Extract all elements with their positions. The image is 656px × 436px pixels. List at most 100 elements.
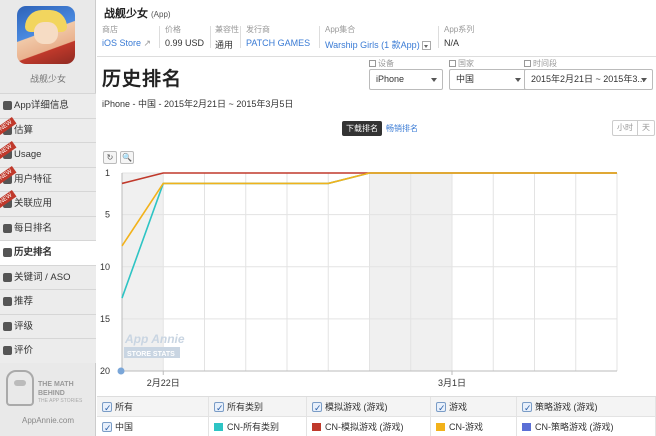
- sidebar-item-1[interactable]: 估算 NEW: [0, 116, 96, 142]
- watermark-subtext: STORE STATS: [127, 351, 175, 358]
- chevron-down-icon[interactable]: [421, 41, 431, 51]
- legend-country-row: 中国 CN-所有类别 CN-模拟游戏 (游戏) CN-游戏 CN-策略游戏 (游戏): [97, 417, 656, 436]
- legend-swatch: [312, 423, 321, 431]
- legend-series-0[interactable]: 中国: [97, 417, 209, 436]
- legend-series-label: 中国: [115, 422, 134, 432]
- legend-swatch: [522, 423, 531, 431]
- sidebar-item-7[interactable]: 关键词 / ASO: [0, 264, 96, 289]
- sidebar: 战舰少女 App详细信息 估算 NEW Usage NEW 用户特征 NEW 关联应用 NEW 每…: [0, 0, 97, 436]
- period-filter-label: 时间段: [524, 58, 653, 68]
- legend-filter-0[interactable]: 所有: [97, 397, 209, 417]
- meta-store-label: 商店: [102, 25, 118, 34]
- x-tick-label: 3月1日: [438, 378, 466, 388]
- info-icon: [3, 101, 12, 110]
- sidebar-item-label: 关键词 / ASO: [14, 271, 71, 283]
- legend-filter-label: 所有类别: [227, 402, 264, 412]
- legend-filter-label: 所有: [115, 402, 134, 412]
- sidebar-item-3[interactable]: 用户特征 NEW: [0, 165, 96, 191]
- legend-swatch: [436, 423, 445, 431]
- series-legend: 所有 所有类别 模拟游戏 (游戏) 游戏 策略游戏 (游戏) 中国 CN-所有类别 CN-模…: [97, 396, 656, 436]
- grossing-rank-toggle[interactable]: 畅销排名: [386, 123, 418, 134]
- legend-series-3[interactable]: CN-游戏: [431, 417, 517, 436]
- meta-store-link[interactable]: iOS Store ↗: [102, 38, 151, 49]
- period-select[interactable]: 2015年2月21日 ~ 2015年3...: [524, 69, 653, 90]
- zoom-icon: 🔍: [122, 153, 132, 162]
- sidebar-nav: App详细信息估算 NEW Usage NEW 用户特征 NEW 关联应用 NEW 每日排名历史…: [0, 93, 97, 363]
- country-filter: 国家 中国: [449, 58, 527, 90]
- checkbox-icon: [449, 60, 456, 67]
- watermark-text: App Annie: [124, 332, 185, 346]
- sidebar-item-label: 评级: [14, 320, 34, 332]
- downloads-rank-toggle[interactable]: 下载排名: [342, 121, 382, 136]
- meta-collection-label: App集合: [325, 25, 356, 34]
- meta-series-value: N/A: [444, 38, 460, 48]
- legend-filter-1[interactable]: 所有类别: [209, 397, 307, 417]
- sidebar-item-label: 推荐: [14, 296, 34, 307]
- period-filter: 时间段 2015年2月21日 ~ 2015年3...: [524, 58, 653, 90]
- sidebar-item-label: Usage: [14, 149, 42, 160]
- legend-filter-label: 游戏: [449, 402, 468, 412]
- legend-filter-4[interactable]: 策略游戏 (游戏): [517, 397, 656, 417]
- brand-text: THE MATH BEHIND: [38, 381, 74, 397]
- robot-logo-icon: [6, 370, 34, 406]
- key-icon: [3, 272, 12, 282]
- checkbox-icon[interactable]: [214, 398, 224, 417]
- app-type-tag: (App): [151, 10, 171, 19]
- featured-icon: [3, 297, 12, 306]
- sidebar-item-6[interactable]: 历史排名: [0, 240, 97, 265]
- legend-series-label: CN-策略游戏 (游戏): [535, 422, 614, 432]
- legend-filter-label: 模拟游戏 (游戏): [325, 402, 388, 412]
- sidebar-item-label: 评价: [14, 345, 34, 356]
- meta-publisher-label: 发行商: [246, 25, 270, 34]
- checkbox-icon[interactable]: [312, 398, 322, 417]
- sidebar-item-5[interactable]: 每日排名: [0, 215, 96, 240]
- y-tick-label: 15: [100, 314, 110, 324]
- checkbox-icon[interactable]: [436, 398, 446, 417]
- checkbox-icon[interactable]: [102, 418, 112, 436]
- sidebar-item-0[interactable]: App详细信息: [0, 93, 96, 118]
- brand-url[interactable]: AppAnnie.com: [0, 416, 96, 425]
- rank-chart-svg: 151015202月22日 3月1日App AnnieSTORE STATS: [100, 168, 618, 388]
- device-filter: 设备 iPhone: [369, 58, 443, 90]
- y-tick-label: 20: [100, 366, 110, 376]
- reset-icon: ↻: [106, 153, 114, 162]
- sidebar-item-8[interactable]: 推荐: [0, 289, 96, 314]
- star-icon: [3, 321, 12, 331]
- main-content: 战舰少女 (App) 商店 iOS Store ↗ 价格 0.99 USD 兼容性…: [97, 0, 656, 436]
- meta-price: 价格 0.99 USD: [165, 24, 204, 48]
- legend-series-label: CN-游戏: [449, 422, 483, 432]
- sidebar-item-label: 每日排名: [14, 222, 53, 234]
- checkbox-icon[interactable]: [522, 398, 532, 417]
- meta-store: 商店 iOS Store ↗: [102, 24, 151, 49]
- meta-publisher: 发行商 PATCH GAMES: [246, 24, 310, 48]
- sidebar-item-2[interactable]: Usage NEW: [0, 140, 96, 167]
- country-select[interactable]: 中国: [449, 69, 527, 90]
- app-title-text: 战舰少女: [104, 8, 148, 20]
- y-tick-label: 5: [105, 210, 110, 220]
- legend-series-2[interactable]: CN-模拟游戏 (游戏): [307, 417, 431, 436]
- meta-collection-link[interactable]: Warship Girls (1 款App): [325, 38, 431, 51]
- sidebar-item-10[interactable]: 评价: [0, 338, 96, 363]
- sidebar-item-label: 用户特征: [14, 173, 53, 185]
- hour-button[interactable]: 小时: [613, 121, 637, 135]
- sidebar-item-label: 历史排名: [14, 247, 53, 258]
- legend-swatch: [214, 423, 223, 431]
- brand-subtext: THE APP STORIES: [38, 398, 83, 404]
- granularity-buttons: 小时 天: [612, 120, 655, 136]
- checkbox-icon: [369, 60, 376, 67]
- legend-series-4[interactable]: CN-策略游戏 (游戏): [517, 417, 656, 436]
- page-subtitle: iPhone - 中国 - 2015年2月21日 ~ 2015年3月5日: [102, 99, 294, 109]
- sidebar-item-4[interactable]: 关联应用 NEW: [0, 189, 96, 216]
- checkbox-icon[interactable]: [102, 398, 112, 417]
- day-button[interactable]: 天: [637, 121, 654, 135]
- device-select[interactable]: iPhone: [369, 69, 443, 90]
- sidebar-item-label: App详细信息: [14, 100, 69, 111]
- meta-publisher-link[interactable]: PATCH GAMES: [246, 38, 310, 48]
- legend-series-1[interactable]: CN-所有类别: [209, 417, 307, 436]
- legend-filter-3[interactable]: 游戏: [431, 397, 517, 417]
- sidebar-item-9[interactable]: 评级: [0, 313, 96, 338]
- legend-filter-2[interactable]: 模拟游戏 (游戏): [307, 397, 431, 417]
- legend-series-label: CN-模拟游戏 (游戏): [325, 422, 404, 432]
- y-tick-label: 10: [100, 262, 110, 272]
- calendar-icon: [3, 223, 12, 233]
